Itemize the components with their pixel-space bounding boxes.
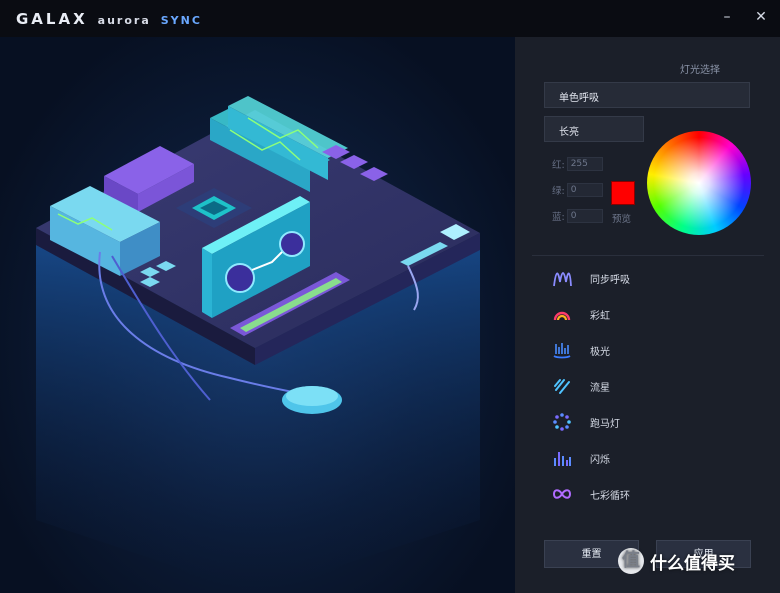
red-input[interactable]: 255 xyxy=(566,157,603,171)
effect-label: 同步呼吸 xyxy=(590,274,630,286)
site-watermark: 值 什么值得买 xyxy=(618,548,735,574)
marquee-icon xyxy=(553,413,571,431)
flash-icon xyxy=(554,452,571,466)
effect-label: 极光 xyxy=(590,346,610,358)
panel-divider xyxy=(532,255,764,256)
watermark-badge: 值 xyxy=(618,548,644,574)
effect-label: 闪烁 xyxy=(590,454,610,466)
effect-meteor[interactable]: 流星 xyxy=(552,374,752,398)
motherboard-illustration xyxy=(0,37,515,593)
effect-marquee[interactable]: 跑马灯 xyxy=(552,410,752,434)
effect-label: 跑马灯 xyxy=(590,418,620,430)
green-field: 绿: 0 xyxy=(552,183,603,197)
meteor-icon xyxy=(554,379,570,394)
blue-field: 蓝: 0 xyxy=(552,209,603,223)
brand-sub-aurora: aurora xyxy=(97,13,151,27)
green-input[interactable]: 0 xyxy=(566,183,603,197)
red-field: 红: 255 xyxy=(552,157,603,171)
title-bar: GALAX aurora SYNC – ✕ xyxy=(0,0,780,37)
rainbow-icon xyxy=(553,311,571,321)
blue-label: 蓝: xyxy=(552,212,565,223)
effect-label: 七彩循环 xyxy=(590,490,630,502)
brand-name: GALAX xyxy=(16,9,88,28)
effect-rainbow[interactable]: 彩虹 xyxy=(552,302,752,326)
motherboard-graphic xyxy=(36,96,480,593)
minimize-button[interactable]: – xyxy=(718,8,736,26)
sync-breath-icon xyxy=(553,272,572,287)
brand-sub-sync: SYNC xyxy=(160,13,202,27)
app-logo: GALAX aurora SYNC xyxy=(16,10,202,28)
effect-sync-breath[interactable]: 同步呼吸 xyxy=(552,266,752,290)
color-cycle-icon xyxy=(552,489,572,499)
lighting-duration-dropdown[interactable]: 长亮 xyxy=(544,116,644,142)
watermark-text: 什么值得买 xyxy=(650,553,735,574)
color-wheel-picker[interactable] xyxy=(647,131,751,235)
effect-flash[interactable]: 闪烁 xyxy=(552,446,752,470)
red-label: 红: xyxy=(552,160,565,171)
green-label: 绿: xyxy=(552,186,565,197)
preview-label: 预览 xyxy=(612,214,632,225)
aurora-icon xyxy=(553,343,571,359)
color-preview-swatch xyxy=(611,181,635,205)
lighting-select-label: 灯光选择 xyxy=(680,65,720,76)
effect-color-cycle[interactable]: 七彩循环 xyxy=(552,482,752,506)
close-button[interactable]: ✕ xyxy=(752,8,770,26)
effect-label: 流星 xyxy=(590,382,610,394)
effect-aurora[interactable]: 极光 xyxy=(552,338,752,362)
effect-label: 彩虹 xyxy=(590,310,610,322)
lighting-mode-dropdown[interactable]: 单色呼吸 xyxy=(544,82,750,108)
blue-input[interactable]: 0 xyxy=(566,209,603,223)
